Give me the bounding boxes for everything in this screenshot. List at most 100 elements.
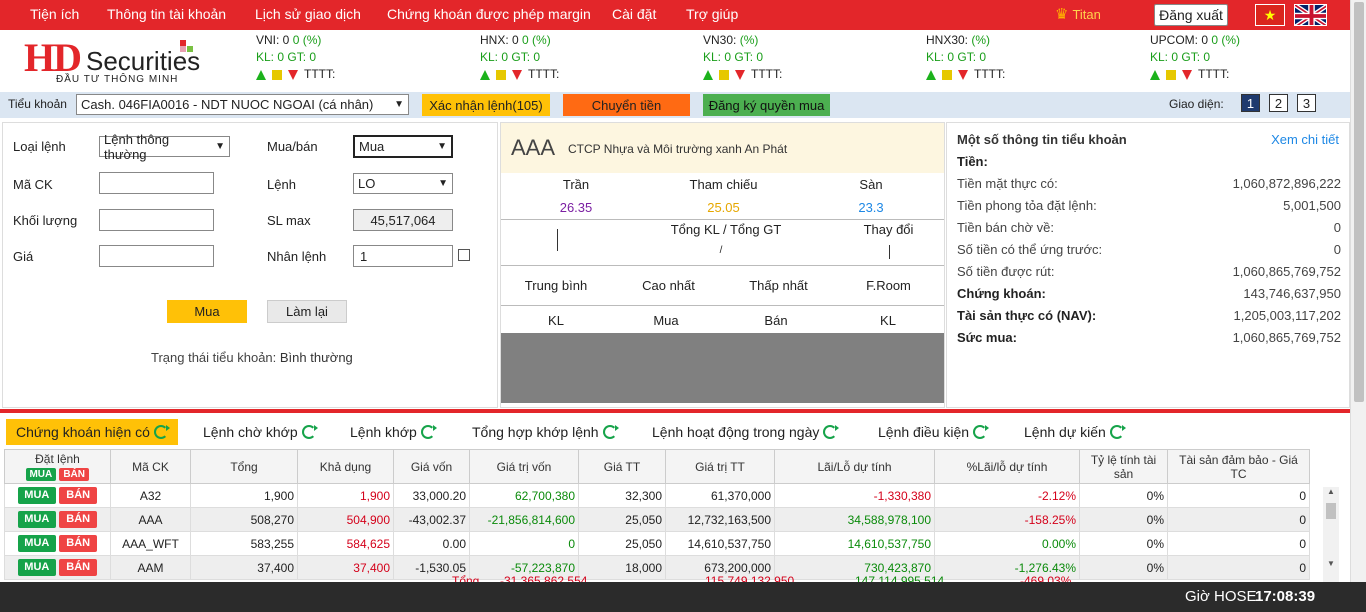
refresh-icon	[1109, 425, 1126, 439]
tab-label: Tổng hợp khớp lệnh	[472, 424, 599, 440]
table-row[interactable]: MUA BÁN A32 1,900 1,900 33,000.20 62,700…	[4, 483, 1310, 508]
order-panel: Loại lệnh Lệnh thông thường ▼ Mua/bán Mua…	[2, 122, 498, 408]
col-total[interactable]: Tổng	[190, 449, 298, 484]
submit-buy-button[interactable]: Mua	[167, 300, 247, 323]
quantity-input[interactable]	[99, 209, 214, 231]
titan-label: Titan	[1072, 6, 1101, 22]
nav-margin-stocks[interactable]: Chứng khoán được phép margin	[387, 6, 591, 22]
layout-3-button[interactable]: 3	[1297, 94, 1316, 112]
col-est-pl[interactable]: Lãi/Lỗ dự tính	[774, 449, 935, 484]
nav-account-info[interactable]: Thông tin tài khoản	[107, 6, 226, 22]
stock-info-panel: AAA CTCP Nhựa và Môi trường xanh An Phát…	[500, 122, 945, 408]
unchanged-icon	[496, 69, 506, 80]
tab-label: Lệnh chờ khớp	[203, 424, 298, 440]
tab-planned-orders[interactable]: Lệnh dự kiến	[1024, 419, 1126, 445]
order-column-header: Đặt lệnh MUA BÁN	[4, 449, 111, 484]
nav-help[interactable]: Trợ giúp	[686, 6, 738, 22]
table-row[interactable]: MUA BÁN AAA_WFT 583,255 584,625 0.00 0 2…	[4, 531, 1310, 556]
ask-price-header: Bán	[764, 313, 788, 328]
view-details-link[interactable]: Xem chi tiết	[1271, 132, 1339, 147]
row-buy-button[interactable]: MUA	[17, 559, 56, 576]
stock-code: AAA	[511, 135, 556, 160]
page-scrollbar[interactable]	[1350, 0, 1366, 582]
layout-2-button[interactable]: 2	[1269, 94, 1288, 112]
account-status: Trạng thái tiểu khoản: Bình thường	[151, 350, 353, 365]
table-row[interactable]: MUA BÁN AAA 508,270 504,900 -43,002.37 -…	[4, 507, 1310, 532]
tab-label: Lệnh khớp	[350, 424, 417, 440]
hd-securities-logo[interactable]: HD Securities ĐẦU TƯ THÔNG MINH	[24, 34, 214, 86]
tab-conditional-orders[interactable]: Lệnh điều kiện	[878, 419, 990, 445]
command-label: Lệnh	[267, 177, 296, 192]
row-buy-button[interactable]: MUA	[17, 535, 56, 552]
uk-flag-icon[interactable]	[1294, 4, 1327, 26]
high-label: Cao nhất	[642, 278, 695, 293]
row-buy-button[interactable]: MUA	[17, 487, 56, 504]
reset-button[interactable]: Làm lại	[267, 300, 347, 323]
bid-price-header: Mua	[653, 313, 679, 328]
confirm-orders-button[interactable]: Xác nhận lệnh(105)	[422, 94, 550, 116]
change-label: Thay đổi	[863, 222, 914, 237]
col-cost-price[interactable]: Giá vốn	[393, 449, 470, 484]
portfolio-tabs: Chứng khoán hiện có Lệnh chờ khớp Lệnh k…	[0, 417, 1350, 447]
down-arrow-icon	[1182, 69, 1192, 80]
register-rights-button[interactable]: Đăng ký quyền mua	[703, 94, 830, 116]
info-row-actual-cash: Tiền mặt thực có: 1,060,872,896,222	[957, 176, 1341, 191]
col-cost-value[interactable]: Giá trị vốn	[469, 449, 579, 484]
row-buy-button[interactable]: MUA	[17, 511, 56, 528]
col-est-pl-pct[interactable]: %Lãi/lỗ dự tính	[934, 449, 1080, 484]
command-select[interactable]: LO ▼	[353, 173, 453, 194]
average-label: Trung bình	[524, 278, 588, 293]
tab-pending-orders[interactable]: Lệnh chờ khớp	[203, 419, 318, 445]
price-input[interactable]	[99, 245, 214, 267]
copies-label: Nhân lệnh	[267, 249, 327, 264]
logout-button[interactable]: Đăng xuất	[1154, 4, 1228, 26]
tab-holdings[interactable]: Chứng khoán hiện có	[6, 419, 178, 445]
row-sell-button[interactable]: BÁN	[59, 535, 98, 552]
table-scrollbar[interactable]: ▲ ▼	[1323, 487, 1339, 582]
crown-icon: ♛	[1055, 6, 1069, 23]
down-arrow-icon	[512, 69, 522, 80]
tab-match-summary[interactable]: Tổng hợp khớp lệnh	[472, 419, 619, 445]
hose-clock: 17:08:39	[1255, 588, 1316, 605]
account-label: Tiểu khoản	[8, 97, 67, 111]
up-arrow-icon	[1150, 69, 1160, 80]
nav-settings[interactable]: Cài đặt	[612, 6, 656, 22]
col-stock-code[interactable]: Mã CK	[110, 449, 191, 484]
refresh-icon	[153, 425, 170, 439]
col-collateral[interactable]: Tài sản đảm bảo - Giá TC	[1167, 449, 1310, 484]
slmax-label: SL max	[267, 213, 311, 228]
order-book-area	[501, 333, 944, 403]
row-sell-button[interactable]: BÁN	[59, 511, 98, 528]
down-arrow-icon	[288, 69, 298, 80]
nav-transaction-history[interactable]: Lịch sử giao dịch	[255, 6, 361, 22]
col-asset-ratio[interactable]: Tỷ lệ tính tài sản	[1079, 449, 1168, 484]
vietnam-flag-icon[interactable]: ★	[1255, 4, 1285, 26]
copies-input[interactable]: 1	[353, 245, 453, 267]
col-market-price[interactable]: Giá TT	[578, 449, 666, 484]
section-divider	[0, 409, 1350, 413]
stock-code-input[interactable]	[99, 172, 214, 194]
up-arrow-icon	[703, 69, 713, 80]
low-label: Thấp nhất	[749, 278, 808, 293]
row-sell-button[interactable]: BÁN	[59, 487, 98, 504]
nav-utilities[interactable]: Tiện ích	[30, 6, 79, 22]
tab-matched-orders[interactable]: Lệnh khớp	[350, 419, 437, 445]
tab-label: Chứng khoán hiện có	[16, 424, 150, 440]
up-arrow-icon	[480, 69, 490, 80]
side-select[interactable]: Mua ▼	[353, 135, 453, 158]
row-sell-button[interactable]: BÁN	[59, 559, 98, 576]
transfer-money-button[interactable]: Chuyển tiền	[563, 94, 690, 116]
info-row-pending-sell: Tiền bán chờ về: 0	[957, 220, 1341, 235]
col-available[interactable]: Khả dụng	[297, 449, 394, 484]
copies-checkbox[interactable]	[458, 249, 470, 261]
col-market-value[interactable]: Giá trị TT	[665, 449, 775, 484]
down-arrow-icon	[958, 69, 968, 80]
index-vni: VNI: 0 0 (%) KL: 0 GT: 0 TTTT:	[256, 33, 336, 81]
order-type-select[interactable]: Lệnh thông thường ▼	[99, 132, 230, 162]
order-type-label: Loại lệnh	[13, 139, 66, 154]
unchanged-icon	[942, 69, 952, 80]
layout-1-button[interactable]: 1	[1241, 94, 1260, 112]
tab-day-orders[interactable]: Lệnh hoạt động trong ngày	[652, 419, 840, 445]
account-select[interactable]: Cash. 046FIA0016 - NDT NUOC NGOAI (cá nh…	[76, 94, 409, 115]
refresh-icon	[301, 425, 318, 439]
